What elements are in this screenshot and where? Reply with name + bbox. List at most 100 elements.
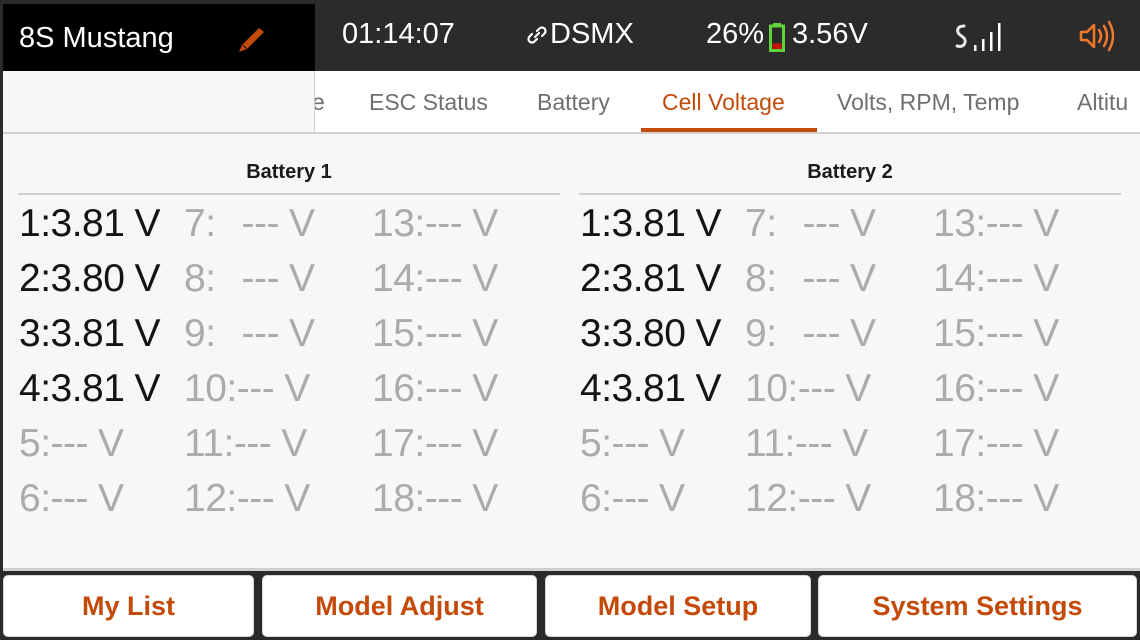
cell-value: --- xyxy=(424,312,463,355)
tab-cell-voltage[interactable]: Cell Voltage xyxy=(662,89,785,116)
cell-unit: V xyxy=(472,202,498,245)
cell-number: 13: xyxy=(933,202,986,245)
tx-battery-percent: 26% xyxy=(706,18,765,50)
battery-level-fill xyxy=(772,43,782,49)
cell-unit: V xyxy=(134,312,160,355)
cell-value: 3.80 xyxy=(50,257,125,300)
cell-voltage-14: 14:--- V xyxy=(372,257,498,301)
cell-value: --- xyxy=(797,367,836,410)
cell-voltage-5: 5:--- V xyxy=(580,422,685,466)
tab-altitude[interactable]: Altitu xyxy=(1077,89,1128,116)
cell-number: 6: xyxy=(580,477,612,520)
cell-value: --- xyxy=(424,422,463,465)
divider xyxy=(18,193,560,195)
cell-value: --- xyxy=(985,312,1024,355)
cell-unit: V xyxy=(134,202,160,245)
cell-unit: V xyxy=(472,367,498,410)
signal-strength-icon xyxy=(955,23,1001,51)
cell-unit: V xyxy=(1033,312,1059,355)
cell-number: 10: xyxy=(745,367,798,410)
cell-unit: V xyxy=(472,257,498,300)
cell-value: --- xyxy=(985,202,1024,245)
battery-icon xyxy=(769,23,785,52)
divider xyxy=(579,193,1121,195)
flight-timer[interactable]: 01:14:07 xyxy=(342,18,455,51)
tab-bar-back-area[interactable] xyxy=(3,71,315,132)
cell-value: 3.81 xyxy=(50,367,125,410)
speaker-icon[interactable] xyxy=(1078,18,1116,54)
cell-unit: V xyxy=(845,367,871,410)
cell-value: --- xyxy=(424,202,463,245)
cell-voltage-3: 3:3.81 V xyxy=(19,312,160,356)
cell-value: --- xyxy=(985,477,1024,520)
cell-number: 7: xyxy=(184,202,216,245)
pencil-icon[interactable] xyxy=(235,26,267,54)
cell-number: 16: xyxy=(372,367,425,410)
tab-battery[interactable]: Battery xyxy=(537,89,610,116)
battery-title: Battery 1 xyxy=(246,161,332,183)
cell-number: 9: xyxy=(184,312,216,355)
cell-number: 16: xyxy=(933,367,986,410)
cell-number: 1: xyxy=(19,202,51,245)
cell-voltage-16: 16:--- V xyxy=(372,367,498,411)
cell-voltage-6: 6:--- V xyxy=(580,477,685,521)
model-setup-button[interactable]: Model Setup xyxy=(545,575,811,637)
cell-value: 3.80 xyxy=(611,312,686,355)
cell-value: --- xyxy=(233,422,272,465)
status-bar: 8S Mustang 01:14:07 DSMX 26% 3.56V xyxy=(0,0,1140,71)
cell-unit: V xyxy=(845,477,871,520)
cell-voltage-14: 14:--- V xyxy=(933,257,1059,301)
cell-voltage-7: 7: --- V xyxy=(745,202,876,246)
cell-value: 3.81 xyxy=(50,312,125,355)
cell-unit: V xyxy=(284,367,310,410)
cell-unit: V xyxy=(1033,367,1059,410)
cell-number: 3: xyxy=(19,312,51,355)
cell-value: --- xyxy=(794,422,833,465)
cell-number: 1: xyxy=(580,202,612,245)
cell-voltage-17: 17:--- V xyxy=(372,422,498,466)
cell-value: --- xyxy=(241,202,280,245)
cell-unit: V xyxy=(472,477,498,520)
cell-number: 17: xyxy=(933,422,986,465)
cell-voltage-2: 2:3.80 V xyxy=(19,257,160,301)
cell-value: --- xyxy=(424,257,463,300)
cell-voltage-4: 4:3.81 V xyxy=(19,367,160,411)
cell-number: 8: xyxy=(184,257,216,300)
cell-value: --- xyxy=(985,367,1024,410)
tab-volts-rpm-temp[interactable]: Volts, RPM, Temp xyxy=(837,89,1019,116)
cell-unit: V xyxy=(1033,477,1059,520)
cell-number: 11: xyxy=(184,422,234,465)
system-settings-button[interactable]: System Settings xyxy=(818,575,1137,637)
model-adjust-button[interactable]: Model Adjust xyxy=(262,575,537,637)
cell-voltage-panel: Battery 1 1:3.81 V 2:3.80 V 3:3.81 V 4:3.81 V 5:… xyxy=(3,134,1140,568)
cell-value: --- xyxy=(236,367,275,410)
cell-number: 5: xyxy=(580,422,612,465)
cell-voltage-13: 13:--- V xyxy=(372,202,498,246)
cell-unit: V xyxy=(289,312,315,355)
cell-voltage-5: 5:--- V xyxy=(19,422,124,466)
cell-unit: V xyxy=(659,477,685,520)
cell-number: 12: xyxy=(745,477,798,520)
cell-unit: V xyxy=(98,477,124,520)
cell-number: 9: xyxy=(745,312,777,355)
cell-number: 18: xyxy=(933,477,986,520)
model-name-box[interactable]: 8S Mustang xyxy=(3,4,315,71)
cell-number: 14: xyxy=(933,257,986,300)
cell-value: --- xyxy=(50,422,89,465)
tab-esc-status[interactable]: ESC Status xyxy=(369,89,488,116)
cell-unit: V xyxy=(850,257,876,300)
cell-voltage-6: 6:--- V xyxy=(19,477,124,521)
cell-value: 3.81 xyxy=(611,257,686,300)
cell-voltage-15: 15:--- V xyxy=(372,312,498,356)
link-icon xyxy=(527,25,547,44)
battery-2-panel: Battery 2 1:3.81 V 2:3.81 V 3:3.80 V 4:3.81 V 5:… xyxy=(579,134,1121,568)
battery-title: Battery 2 xyxy=(807,161,893,183)
cell-unit: V xyxy=(98,422,124,465)
cell-voltage-3: 3:3.80 V xyxy=(580,312,721,356)
my-list-button[interactable]: My List xyxy=(3,575,254,637)
cell-unit: V xyxy=(695,257,721,300)
cell-value: --- xyxy=(985,257,1024,300)
cell-voltage-1: 1:3.81 V xyxy=(580,202,721,246)
cell-unit: V xyxy=(695,312,721,355)
cell-value: --- xyxy=(802,257,841,300)
